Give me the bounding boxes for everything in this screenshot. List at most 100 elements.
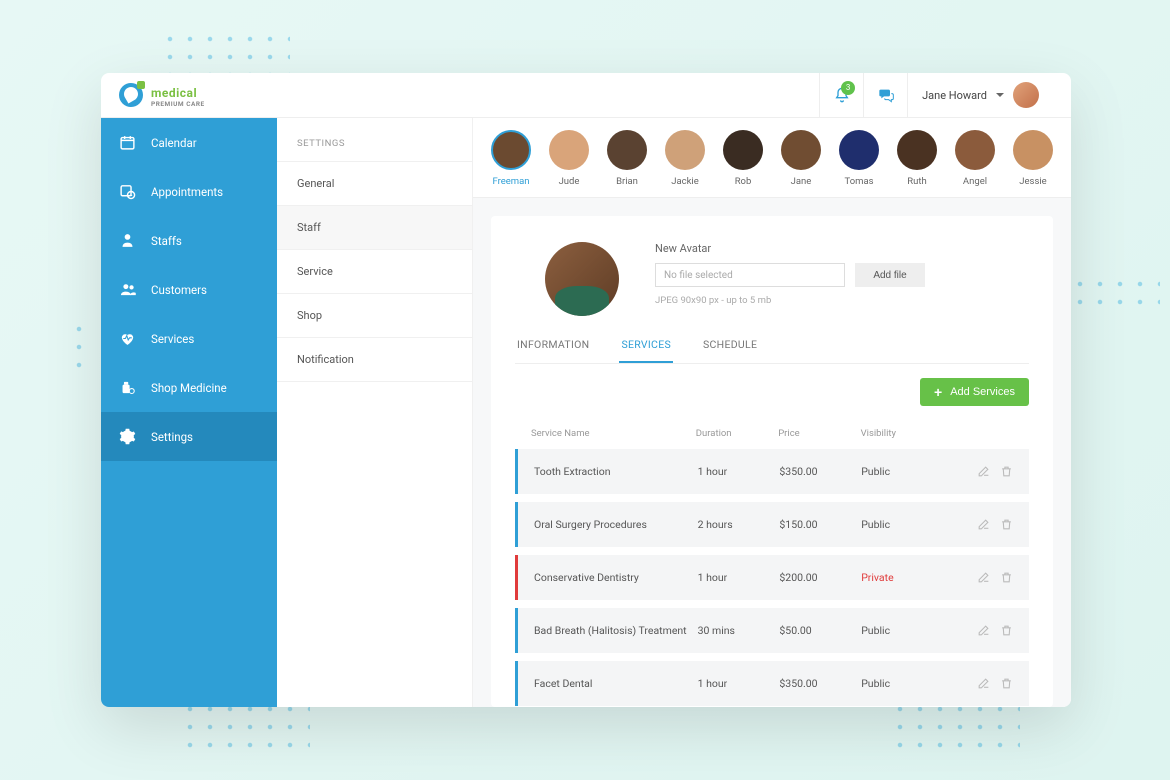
delete-icon[interactable]	[1000, 677, 1013, 690]
staff-name: Jessie	[1019, 176, 1046, 187]
staff-chip[interactable]: Angel	[955, 130, 995, 187]
sidebar: Calendar Appointments Staffs Customers S…	[101, 118, 277, 707]
cell-price: $200.00	[779, 571, 861, 584]
avatar-label: New Avatar	[655, 242, 925, 255]
tab-information[interactable]: INFORMATION	[515, 338, 591, 363]
staff-chip[interactable]: Jude	[549, 130, 589, 187]
cell-visibility: Public	[861, 624, 943, 637]
sidebar-item-label: Staffs	[151, 234, 182, 248]
sidebar-item-customers[interactable]: Customers	[101, 265, 277, 314]
decoration-dots	[890, 700, 1020, 750]
staff-avatar-small	[1013, 130, 1053, 170]
subnav-item-staff[interactable]: Staff	[277, 206, 472, 250]
subnav-item-service[interactable]: Service	[277, 250, 472, 294]
delete-icon[interactable]	[1000, 571, 1013, 584]
staff-avatar-small	[781, 130, 821, 170]
staff-chip[interactable]: Tomas	[839, 130, 879, 187]
sidebar-item-services[interactable]: Services	[101, 314, 277, 363]
user-menu[interactable]: Jane Howard	[907, 73, 1053, 118]
sidebar-item-label: Services	[151, 332, 194, 346]
staff-chip[interactable]: Jackie	[665, 130, 705, 187]
delete-icon[interactable]	[1000, 624, 1013, 637]
tab-schedule[interactable]: SCHEDULE	[701, 338, 759, 363]
chat-icon	[878, 87, 894, 103]
file-input[interactable]: No file selected	[655, 263, 845, 287]
staff-name: Jude	[559, 176, 580, 187]
sidebar-item-calendar[interactable]: Calendar	[101, 118, 277, 167]
subnav-item-shop[interactable]: Shop	[277, 294, 472, 338]
cell-name: Facet Dental	[534, 677, 698, 690]
users-icon	[119, 281, 137, 298]
notifications-button[interactable]: 3	[819, 73, 863, 118]
sidebar-item-label: Calendar	[151, 136, 197, 150]
edit-icon[interactable]	[977, 518, 990, 531]
col-price: Price	[778, 428, 860, 439]
decoration-dots	[70, 320, 88, 375]
cell-duration: 30 mins	[698, 624, 780, 637]
cell-duration: 1 hour	[698, 571, 780, 584]
cell-visibility: Public	[861, 677, 943, 690]
table-header: Service Name Duration Price Visibility	[515, 418, 1029, 449]
edit-icon[interactable]	[977, 677, 990, 690]
delete-icon[interactable]	[1000, 465, 1013, 478]
table-row[interactable]: Facet Dental1 hour$350.00Public	[515, 661, 1029, 706]
subnav-item-notification[interactable]: Notification	[277, 338, 472, 382]
heart-pulse-icon	[119, 330, 137, 347]
cell-name: Bad Breath (Halitosis) Treatment	[534, 624, 698, 637]
chat-button[interactable]	[863, 73, 907, 118]
table-row[interactable]: Oral Surgery Procedures2 hours$150.00Pub…	[515, 502, 1029, 547]
brand-sub: PREMIUM CARE	[151, 100, 205, 108]
staff-chip[interactable]: Jessie	[1013, 130, 1053, 187]
staff-avatar-small	[897, 130, 937, 170]
staff-chip[interactable]: Freeman	[491, 130, 531, 187]
staff-name: Angel	[963, 176, 987, 187]
cell-visibility: Public	[861, 465, 943, 478]
brand-logo[interactable]: medical PREMIUM CARE	[119, 82, 205, 108]
sidebar-item-staffs[interactable]: Staffs	[101, 216, 277, 265]
sidebar-item-appointments[interactable]: Appointments	[101, 167, 277, 216]
col-duration: Duration	[696, 428, 778, 439]
edit-icon[interactable]	[977, 624, 990, 637]
doctor-icon	[119, 232, 137, 249]
cell-name: Conservative Dentistry	[534, 571, 698, 584]
staff-name: Tomas	[844, 176, 873, 187]
tab-services[interactable]: SERVICES	[619, 338, 673, 363]
cell-name: Oral Surgery Procedures	[534, 518, 698, 531]
staff-chip[interactable]: Brian	[607, 130, 647, 187]
table-row[interactable]: Bad Breath (Halitosis) Treatment30 mins$…	[515, 608, 1029, 653]
brand-name: medical	[151, 86, 197, 100]
cell-duration: 2 hours	[698, 518, 780, 531]
cell-price: $350.00	[779, 677, 861, 690]
sidebar-item-settings[interactable]: Settings	[101, 412, 277, 461]
chevron-down-icon	[996, 93, 1004, 97]
sidebar-item-label: Settings	[151, 430, 193, 444]
settings-subnav: SETTINGS General Staff Service Shop Noti…	[277, 118, 473, 707]
table-row[interactable]: Tooth Extraction1 hour$350.00Public	[515, 449, 1029, 494]
edit-icon[interactable]	[977, 571, 990, 584]
calendar-icon	[119, 134, 137, 151]
delete-icon[interactable]	[1000, 518, 1013, 531]
table-row[interactable]: Conservative Dentistry1 hour$200.00Priva…	[515, 555, 1029, 600]
subnav-item-general[interactable]: General	[277, 162, 472, 206]
calendar-clock-icon	[119, 183, 137, 200]
sidebar-item-label: Customers	[151, 283, 207, 297]
edit-icon[interactable]	[977, 465, 990, 478]
sidebar-item-label: Appointments	[151, 185, 223, 199]
logo-mark-icon	[119, 83, 143, 107]
notification-badge: 3	[841, 81, 855, 95]
staff-avatar	[545, 242, 619, 316]
sidebar-item-shop-medicine[interactable]: Shop Medicine	[101, 363, 277, 412]
staff-chip[interactable]: Rob	[723, 130, 763, 187]
cell-visibility: Public	[861, 518, 943, 531]
staff-name: Jackie	[671, 176, 699, 187]
cell-price: $50.00	[779, 624, 861, 637]
staff-avatar-small	[549, 130, 589, 170]
cell-price: $150.00	[779, 518, 861, 531]
add-file-button[interactable]: Add file	[855, 263, 925, 287]
medicine-icon	[119, 379, 137, 396]
add-services-button[interactable]: + Add Services	[920, 378, 1029, 406]
staff-chip[interactable]: Jane	[781, 130, 821, 187]
avatar	[1013, 82, 1039, 108]
main-content: Freeman Jude Brian Jackie Rob Jane Tomas Ruth An…	[473, 118, 1071, 707]
staff-chip[interactable]: Ruth	[897, 130, 937, 187]
